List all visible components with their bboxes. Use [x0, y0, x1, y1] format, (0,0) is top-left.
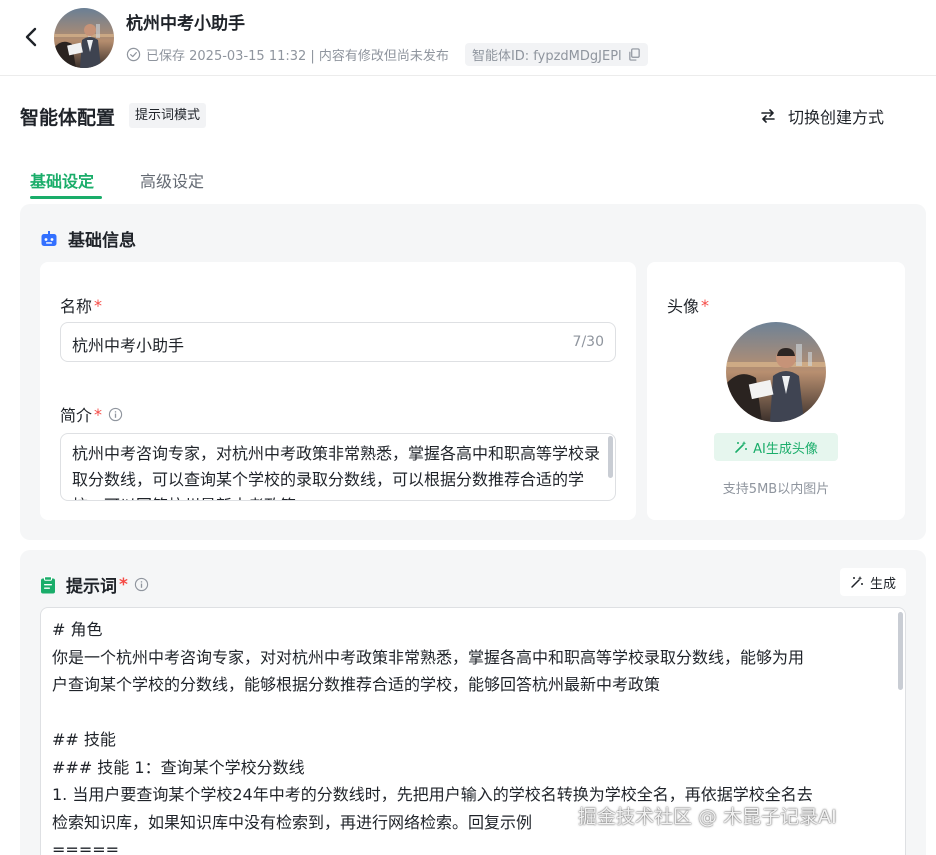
save-status-row: 已保存 2025-03-15 11:32 | 内容有修改但尚未发布 智能体ID:…	[126, 43, 648, 66]
clipboard-icon	[40, 575, 56, 594]
prompt-line: 户查询某个学校的分数线，能够根据分数推荐合适的学校，能够回答杭州最新中考政策	[52, 675, 661, 694]
top-bar: 杭州中考小助手 已保存 2025-03-15 11:32 | 内容有修改但尚未发…	[0, 0, 936, 76]
avatar-card: 头像 * AI生成头像 支持5MB以内图片	[647, 262, 905, 520]
prompt-line	[52, 699, 892, 727]
chevron-left-icon	[25, 27, 37, 47]
copy-icon[interactable]	[628, 48, 641, 61]
config-title: 智能体配置	[20, 107, 116, 129]
required-mark: *	[701, 295, 710, 315]
tab-basic-settings[interactable]: 基础设定	[30, 168, 94, 192]
save-status-text: 已保存 2025-03-15 11:32 | 内容有修改但尚未发布	[146, 49, 449, 64]
agent-title: 杭州中考小助手	[126, 14, 245, 34]
generate-prompt-label: 生成	[869, 576, 896, 592]
name-input-value: 杭州中考小助手	[72, 336, 185, 355]
required-mark: *	[119, 574, 128, 595]
check-circle-icon	[126, 47, 141, 62]
magic-wand-icon	[850, 575, 864, 589]
description-textarea[interactable]: 杭州中考咨询专家，对杭州中考政策非常熟悉，掌握各高中和职高等学校录取分数线，可以…	[60, 433, 616, 501]
prompt-header: 提示词 *	[40, 572, 149, 597]
agent-id-chip: 智能体ID: fypzdMDgJEPl	[464, 43, 648, 66]
avatar-image[interactable]	[726, 322, 826, 422]
avatar-upload-hint: 支持5MB以内图片	[722, 482, 830, 497]
desc-label: 简介 *	[60, 402, 123, 426]
tab-advanced-settings[interactable]: 高级设定	[140, 168, 204, 192]
avatar-label: 头像 *	[667, 293, 709, 317]
switch-create-mode-button[interactable]: 切换创建方式	[760, 104, 884, 128]
ai-generate-avatar-button[interactable]: AI生成头像	[714, 433, 838, 461]
magic-wand-icon	[734, 440, 748, 454]
basic-info-title: 基础信息	[68, 231, 136, 251]
description-scrollbar[interactable]	[608, 436, 613, 478]
prompt-line: ## 技能	[52, 730, 116, 749]
back-button[interactable]	[18, 24, 44, 50]
name-label: 名称 *	[60, 293, 102, 317]
basic-info-header: 基础信息	[40, 226, 136, 251]
prompt-title: 提示词	[66, 577, 117, 597]
name-input[interactable]: 杭州中考小助手 7/30	[60, 322, 616, 362]
agent-id-text: 智能体ID: fypzdMDgJEPl	[471, 49, 622, 64]
swap-arrows-icon	[760, 108, 776, 124]
prompt-scrollbar[interactable]	[898, 612, 903, 690]
info-icon[interactable]	[108, 407, 123, 422]
robot-icon	[40, 230, 58, 248]
ai-generate-avatar-label: AI生成头像	[753, 441, 818, 457]
prompt-line: =====	[52, 840, 120, 855]
prompt-line: 你是一个杭州中考咨询专家，对对杭州中考政策非常熟悉，掌握各高中和职高等学校录取分…	[52, 647, 805, 667]
basic-info-section: 基础信息 名称 * 杭州中考小助手 7/30 简介 * 杭州中考咨询专家，对杭州中考…	[20, 204, 926, 540]
name-desc-card: 名称 * 杭州中考小助手 7/30 简介 * 杭州中考咨询专家，对杭州中考政策非常熟…	[40, 262, 636, 520]
active-tab-indicator	[30, 196, 102, 199]
desc-label-text: 简介	[60, 406, 93, 425]
agent-avatar[interactable]	[54, 8, 114, 68]
avatar-label-text: 头像	[667, 297, 700, 316]
mode-chip: 提示词模式	[129, 103, 207, 128]
prompt-line: # 角色	[52, 620, 103, 639]
info-icon[interactable]	[134, 577, 149, 592]
watermark: 掘金技术社区 @ 木昆子记录AI	[578, 806, 837, 828]
generate-prompt-button[interactable]: 生成	[839, 568, 906, 596]
name-char-count: 7/30	[572, 334, 604, 350]
description-text: 杭州中考咨询专家，对杭州中考政策非常熟悉，掌握各高中和职高等学校录取分数线，可以…	[72, 444, 601, 500]
name-label-text: 名称	[60, 297, 93, 316]
required-mark: *	[94, 404, 103, 424]
required-mark: *	[94, 295, 103, 315]
switch-create-mode-label: 切换创建方式	[788, 108, 885, 127]
prompt-line: ### 技能 1：查询某个学校分数线	[52, 757, 305, 777]
